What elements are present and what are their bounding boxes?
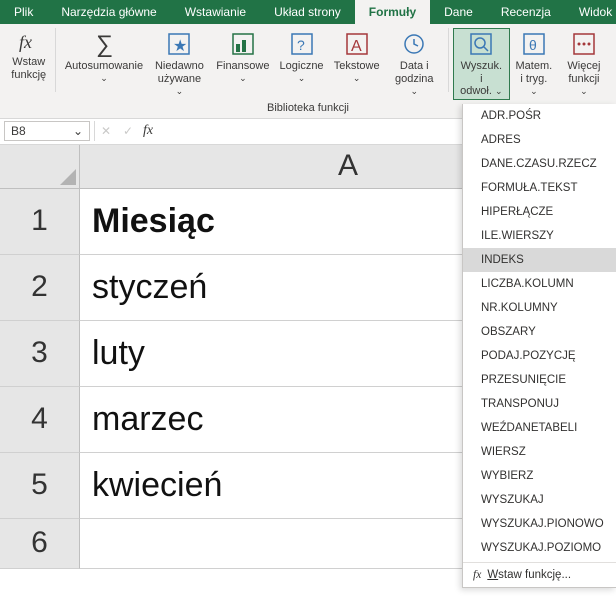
tab-insert[interactable]: Wstawianie bbox=[171, 0, 260, 24]
star-icon: ★ bbox=[165, 30, 193, 58]
chevron-down-icon: ⌄ bbox=[298, 73, 306, 83]
svg-text:?: ? bbox=[297, 37, 305, 53]
tab-layout[interactable]: Układ strony bbox=[260, 0, 355, 24]
text-button[interactable]: A Tekstowe ⌄ bbox=[329, 28, 385, 85]
svg-text:A: A bbox=[351, 38, 362, 55]
sigma-icon: ∑ bbox=[90, 30, 118, 58]
tab-home[interactable]: Narzędzia główne bbox=[47, 0, 170, 24]
dropdown-item[interactable]: INDEKS bbox=[463, 248, 616, 272]
chevron-down-icon: ⌄ bbox=[353, 73, 361, 83]
chevron-down-icon: ⌄ bbox=[176, 86, 184, 96]
dropdown-item[interactable]: FORMUŁA.TEKST bbox=[463, 176, 616, 200]
row-header[interactable]: 5 bbox=[0, 453, 80, 519]
chevron-down-icon: ⌄ bbox=[239, 73, 247, 83]
chevron-down-icon[interactable]: ⌄ bbox=[73, 124, 83, 138]
dropdown-item[interactable]: WYSZUKAJ.PIONOWO bbox=[463, 512, 616, 536]
tab-view[interactable]: Widok bbox=[565, 0, 616, 24]
svg-text:θ: θ bbox=[529, 37, 537, 53]
lookup-ref-button[interactable]: Wyszuk. i odwoł. ⌄ bbox=[453, 28, 510, 100]
dropdown-item[interactable]: LICZBA.KOLUMN bbox=[463, 272, 616, 296]
lookup-dropdown: ADR.POŚRADRESDANE.CZASU.RZECZFORMUŁA.TEK… bbox=[462, 104, 616, 588]
row-header[interactable]: 3 bbox=[0, 321, 80, 387]
ribbon-tabs: Plik Narzędzia główne Wstawianie Układ s… bbox=[0, 0, 616, 24]
row-header[interactable]: 1 bbox=[0, 189, 80, 255]
tab-data[interactable]: Dane bbox=[430, 0, 487, 24]
dropdown-item[interactable]: PRZESUNIĘCIE bbox=[463, 368, 616, 392]
name-box[interactable]: B8 ⌄ bbox=[4, 121, 90, 141]
dropdown-item[interactable]: ADR.POŚR bbox=[463, 104, 616, 128]
tab-file[interactable]: Plik bbox=[0, 0, 47, 24]
insert-function-link[interactable]: fx Wstaw funkcję... bbox=[463, 563, 616, 587]
insert-function-button[interactable]: fx Wstaw funkcję bbox=[6, 28, 51, 83]
dropdown-item[interactable]: HIPERŁĄCZE bbox=[463, 200, 616, 224]
tab-formulas[interactable]: Formuły bbox=[355, 0, 430, 24]
row-header[interactable]: 6 bbox=[0, 519, 80, 569]
fx-icon: fx bbox=[17, 30, 41, 54]
more-icon bbox=[570, 30, 598, 58]
financial-icon bbox=[229, 30, 257, 58]
dropdown-item[interactable]: WIERSZ bbox=[463, 440, 616, 464]
chevron-down-icon: ⌄ bbox=[580, 86, 588, 96]
more-functions-button[interactable]: Więcej funkcji ⌄ bbox=[558, 28, 610, 100]
dropdown-item[interactable]: ADRES bbox=[463, 128, 616, 152]
chevron-down-icon: ⌄ bbox=[410, 86, 418, 96]
recent-button[interactable]: ★ Niedawno używane ⌄ bbox=[148, 28, 212, 100]
dropdown-item[interactable]: PODAJ.POZYCJĘ bbox=[463, 344, 616, 368]
dropdown-item[interactable]: NR.KOLUMNY bbox=[463, 296, 616, 320]
dropdown-item[interactable]: DANE.CZASU.RZECZ bbox=[463, 152, 616, 176]
cancel-icon[interactable]: ✕ bbox=[95, 121, 117, 141]
autosum-button[interactable]: ∑ Autosumowanie ⌄ bbox=[60, 28, 147, 85]
clock-icon bbox=[400, 30, 428, 58]
dropdown-item[interactable]: WEŹDANETABELI bbox=[463, 416, 616, 440]
dropdown-item[interactable]: WYSZUKAJ bbox=[463, 488, 616, 512]
chevron-down-icon: ⌄ bbox=[530, 86, 538, 96]
datetime-button[interactable]: Data i godzina ⌄ bbox=[385, 28, 444, 100]
svg-text:∑: ∑ bbox=[96, 31, 113, 58]
tab-review[interactable]: Recenzja bbox=[487, 0, 565, 24]
dropdown-item[interactable]: OBSZARY bbox=[463, 320, 616, 344]
row-header[interactable]: 2 bbox=[0, 255, 80, 321]
accept-icon[interactable]: ✓ bbox=[117, 121, 139, 141]
math-trig-button[interactable]: θ Matem. i tryg. ⌄ bbox=[510, 28, 558, 100]
chevron-down-icon: ⌄ bbox=[495, 86, 503, 96]
logical-icon: ? bbox=[288, 30, 316, 58]
svg-text:★: ★ bbox=[173, 38, 187, 55]
select-all-corner[interactable] bbox=[0, 145, 80, 189]
text-icon: A bbox=[343, 30, 371, 58]
row-header[interactable]: 4 bbox=[0, 387, 80, 453]
financial-button[interactable]: Finansowe ⌄ bbox=[211, 28, 274, 85]
fx-icon[interactable]: fx bbox=[139, 123, 157, 139]
svg-text:fx: fx bbox=[19, 32, 32, 52]
dropdown-item[interactable]: ILE.WIERSZY bbox=[463, 224, 616, 248]
chevron-down-icon: ⌄ bbox=[100, 73, 108, 83]
dropdown-item[interactable]: WYSZUKAJ.POZIOMO bbox=[463, 536, 616, 560]
dropdown-item[interactable]: TRANSPONUJ bbox=[463, 392, 616, 416]
logical-button[interactable]: ? Logiczne ⌄ bbox=[274, 28, 328, 85]
theta-icon: θ bbox=[520, 30, 548, 58]
dropdown-item[interactable]: WYBIERZ bbox=[463, 464, 616, 488]
search-icon bbox=[467, 30, 495, 58]
